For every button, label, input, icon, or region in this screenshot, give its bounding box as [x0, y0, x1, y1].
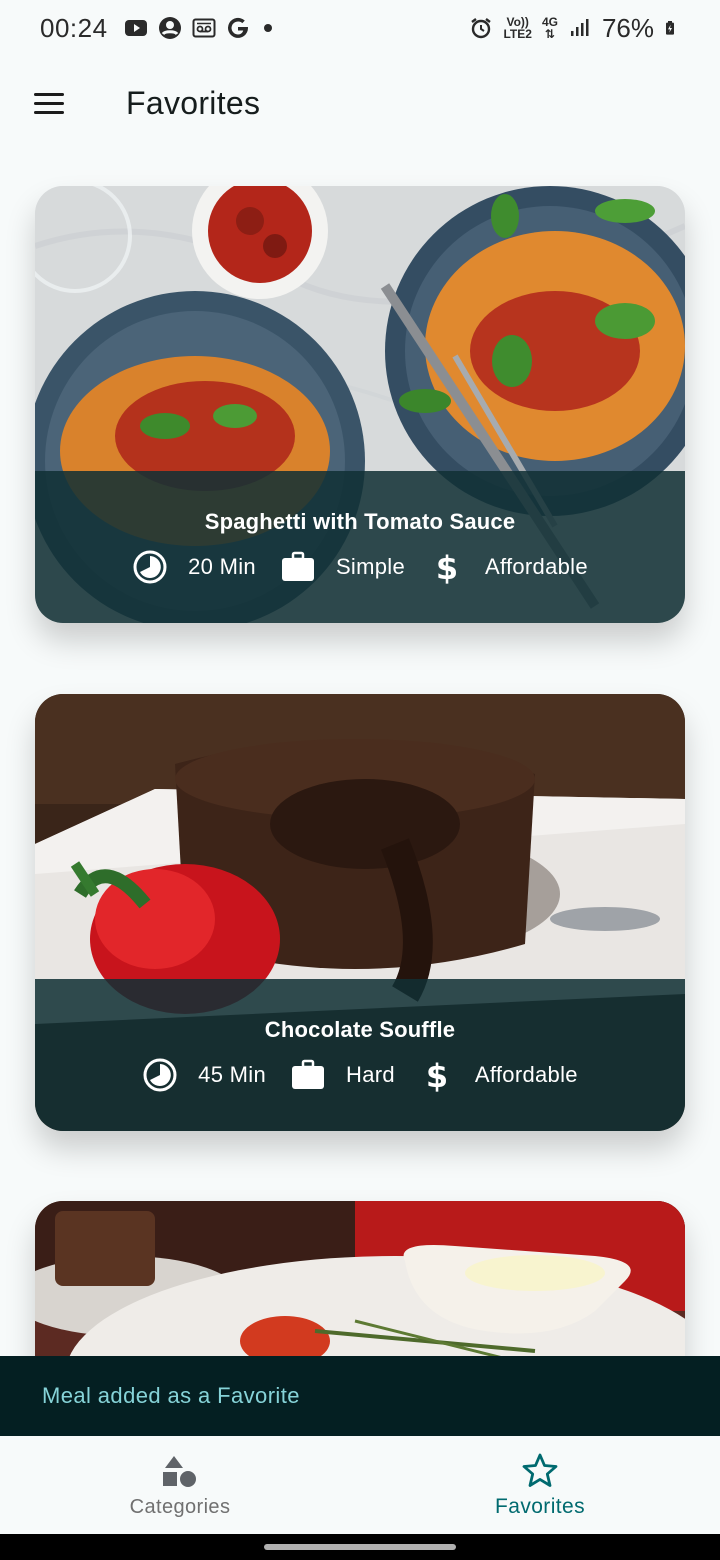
trait-affordability: $ Affordable [419, 1057, 578, 1093]
notification-dot-icon [263, 24, 272, 32]
trait-duration: 45 Min [142, 1057, 266, 1093]
briefcase-icon [292, 1059, 325, 1089]
trait-complexity: Hard [290, 1057, 395, 1093]
meal-duration: 45 Min [198, 1062, 267, 1087]
system-navigation-bar [0, 1534, 720, 1560]
battery-charging-icon [666, 21, 674, 35]
status-bar: 00:24 Vo)) LTE2 4G ⇅ 76% [0, 0, 720, 56]
meal-affordability: Affordable [474, 1062, 578, 1087]
meal-complexity: Simple [335, 554, 405, 579]
meal-traits: 45 Min Hard $ Affordable [130, 1057, 590, 1093]
meal-title: Spaghetti with Tomato Sauce [204, 509, 516, 534]
menu-icon-line [34, 101, 64, 105]
youtube-icon [124, 20, 147, 36]
meal-traits: 20 Min Simple $ Affordable [120, 549, 600, 585]
meal-complexity: Hard [346, 1062, 395, 1087]
snackbar: Meal added as a Favorite [0, 1356, 720, 1436]
app-bar: Favorites [0, 62, 720, 144]
meal-list: Spaghetti with Tomato Sauce 20 Min Simpl… [0, 0, 720, 1560]
volte-bottom-label: LTE2 [503, 27, 532, 41]
meal-card[interactable]: Spaghetti with Tomato Sauce 20 Min Simpl… [35, 186, 685, 623]
voicemail-icon [192, 18, 216, 38]
svg-text:$: $ [436, 549, 458, 585]
menu-icon-line [34, 92, 64, 96]
trait-complexity: Simple [280, 549, 405, 585]
bottom-navigation: Categories Favorites [0, 1436, 720, 1534]
nav-label-favorites: Favorites [495, 1495, 585, 1518]
meal-info-overlay: Chocolate Souffle 45 Min Hard $ Affordab… [35, 979, 685, 1131]
clock-icon [143, 1058, 177, 1092]
meal-title: Chocolate Souffle [264, 1017, 456, 1042]
status-left: 00:24 [40, 13, 272, 44]
meal-info-overlay: Spaghetti with Tomato Sauce 20 Min Simpl… [35, 471, 685, 623]
trait-duration: 20 Min [132, 549, 256, 585]
meal-affordability: Affordable [484, 554, 588, 579]
menu-button[interactable] [21, 75, 77, 131]
nav-item-favorites[interactable]: Favorites [360, 1436, 720, 1534]
signal-icon [570, 19, 589, 36]
alarm-icon [471, 18, 492, 39]
account-icon [158, 17, 181, 39]
svg-text:$: $ [426, 1057, 448, 1093]
meal-card[interactable]: Chocolate Souffle 45 Min Hard $ Affordab… [35, 694, 685, 1131]
briefcase-icon [281, 551, 314, 581]
battery-percentage: 76% [601, 12, 654, 43]
google-icon [227, 17, 248, 38]
gesture-handle[interactable] [264, 1544, 456, 1550]
menu-icon-line [34, 110, 64, 114]
meal-duration: 20 Min [188, 554, 256, 579]
snackbar-message: Meal added as a Favorite [42, 1383, 300, 1408]
dollar-icon: $ [436, 549, 458, 585]
nav-label-categories: Categories [129, 1495, 231, 1518]
dollar-icon: $ [426, 1057, 448, 1093]
trait-affordability: $ Affordable [429, 549, 588, 585]
status-right: Vo)) LTE2 4G ⇅ 76% [469, 13, 680, 44]
clock-icon [133, 550, 167, 584]
status-time: 00:24 [40, 12, 108, 43]
page-title: Favorites [126, 84, 261, 121]
data-arrows-icon: ⇅ [544, 27, 555, 41]
categories-icon [163, 1455, 196, 1487]
volte-indicator: Vo)) LTE2 [503, 16, 531, 40]
data-type-indicator: 4G ⇅ [542, 16, 558, 40]
nav-item-categories[interactable]: Categories [0, 1436, 360, 1534]
star-icon [522, 1453, 558, 1487]
